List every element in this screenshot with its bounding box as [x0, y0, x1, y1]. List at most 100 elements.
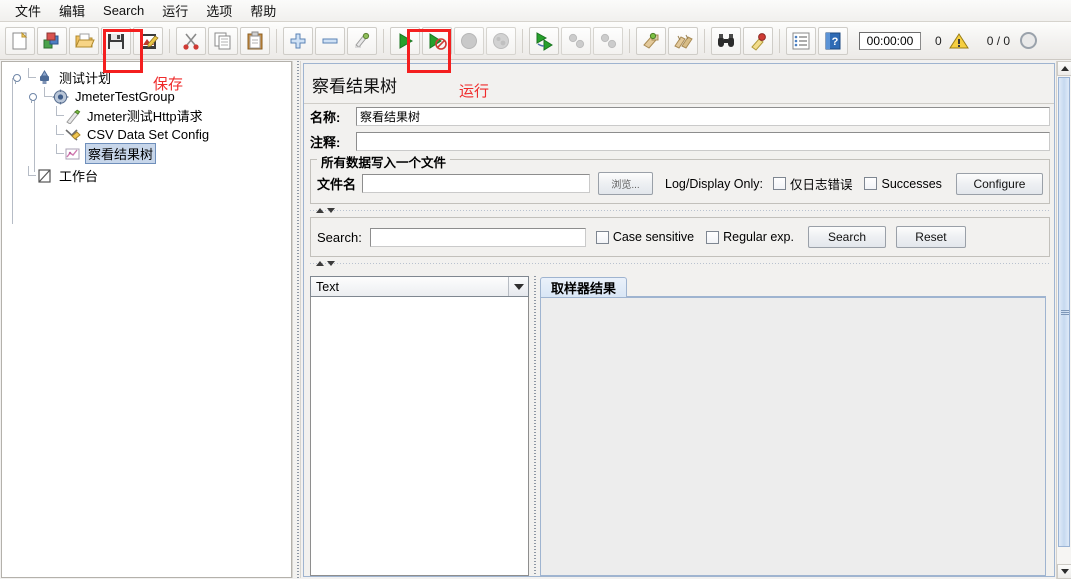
error-count: 0 — [935, 33, 942, 48]
menu-file[interactable]: 文件 — [6, 0, 50, 22]
toolbar-help-button[interactable]: ? — [818, 26, 848, 55]
collapse-up-icon[interactable] — [316, 208, 324, 213]
results-list[interactable] — [310, 297, 529, 576]
filename-input[interactable] — [362, 174, 591, 193]
expand-handle-icon[interactable] — [28, 92, 37, 103]
collapse-up-icon[interactable] — [316, 261, 324, 266]
tree-node-view-results-tree[interactable]: 察看结果树 — [8, 143, 291, 164]
toolbar-separator — [704, 28, 705, 53]
regular-exp-checkbox[interactable] — [706, 230, 720, 244]
renderer-combo[interactable]: Text — [310, 276, 529, 297]
main-splitter[interactable] — [292, 61, 301, 578]
chevron-down-icon[interactable] — [508, 277, 528, 296]
toolbar-start-remote-button[interactable] — [529, 26, 559, 55]
tree-label: 工作台 — [59, 169, 99, 184]
configure-button[interactable]: Configure — [955, 172, 1043, 195]
toolbar-start-button[interactable] — [390, 26, 420, 55]
menu-search[interactable]: Search — [94, 1, 153, 20]
toolbar-expand-button[interactable] — [283, 26, 313, 55]
scrollbar-grip — [1061, 310, 1069, 315]
test-plan-icon — [40, 69, 49, 84]
filename-label: 文件名 — [317, 177, 357, 192]
tree-node-http-request[interactable]: Jmeter测试Http请求 — [8, 106, 291, 125]
toolbar-collapse-button[interactable] — [315, 26, 345, 55]
tree-connector — [22, 68, 36, 87]
view-results-tree-panel: 察看结果树 名称: 察看结果树 注释: 所有数据写入一个文件 文件名 浏览...… — [303, 63, 1055, 577]
shutdown-icon — [493, 32, 509, 49]
name-input[interactable]: 察看结果树 — [356, 107, 1050, 126]
tabstrip-filler — [627, 276, 1046, 297]
tree-node-test-plan[interactable]: 测试计划 — [8, 68, 291, 87]
toolbar-cut-button[interactable] — [176, 26, 206, 55]
test-plan-tree[interactable]: 测试计划 JmeterTestGroup Jmeter测试Http请求 CSV … — [1, 61, 292, 578]
comment-row: 注释: — [304, 129, 1054, 154]
toolbar-search-button[interactable] — [711, 26, 741, 55]
toolbar-shutdown-remote-button[interactable] — [593, 26, 623, 55]
tree-label: 测试计划 — [59, 71, 112, 86]
toolbar-search-reset-button[interactable] — [743, 26, 773, 55]
collapse-strip-search[interactable] — [310, 259, 1050, 268]
scroll-up-icon[interactable] — [1057, 61, 1071, 76]
search-row: Search: Case sensitive Regular exp. Sear… — [317, 226, 1043, 248]
window-vertical-scrollbar[interactable] — [1056, 61, 1071, 579]
tab-sampler-result[interactable]: 取样器结果 — [540, 277, 628, 297]
toolbar-start-no-pauses-button[interactable] — [422, 26, 452, 55]
toolbar-save-button[interactable] — [101, 26, 131, 55]
menu-run[interactable]: 运行 — [153, 0, 197, 22]
menu-help[interactable]: 帮助 — [241, 0, 285, 22]
search-button[interactable]: Search — [807, 226, 886, 248]
tree-label: Jmeter测试Http请求 — [87, 109, 203, 124]
http-request-icon — [66, 109, 81, 124]
toolbar-stop-button[interactable] — [454, 26, 484, 55]
collapse-down-icon[interactable] — [327, 261, 335, 266]
help-icon: ? — [825, 32, 841, 49]
scrollbar-thumb[interactable] — [1058, 77, 1070, 547]
tree-branch-line — [34, 94, 35, 172]
reset-button[interactable]: Reset — [895, 226, 966, 248]
toolbar-save-as-image-button[interactable] — [133, 26, 163, 55]
warning-icon[interactable] — [948, 32, 969, 50]
tree-node-workbench[interactable]: 工作台 — [8, 166, 291, 185]
regular-exp-label: Regular exp. — [723, 230, 794, 244]
toolbar-clear-all-button[interactable] — [668, 26, 698, 55]
search-input[interactable] — [369, 227, 586, 247]
tree-connector — [38, 87, 52, 106]
expand-handle-icon[interactable] — [12, 73, 21, 84]
toolbar-clear-button[interactable] — [636, 26, 666, 55]
clear-all-icon — [674, 34, 693, 49]
tree-trunk-line — [12, 78, 13, 224]
binoculars-icon — [718, 33, 734, 47]
stop-remote-icon — [568, 33, 585, 48]
toolbar: ? 00:00:00 0 0 / 0 — [0, 22, 1071, 60]
collapse-down-icon[interactable] — [327, 208, 335, 213]
errors-only-checkbox[interactable] — [772, 177, 786, 190]
menu-edit[interactable]: 编辑 — [50, 0, 94, 22]
menu-options[interactable]: 选项 — [197, 0, 241, 22]
tree-node-csv-data-set[interactable]: CSV Data Set Config — [8, 125, 291, 144]
toolbar-toggle-button[interactable] — [347, 26, 377, 55]
toolbar-shutdown-button[interactable] — [486, 26, 516, 55]
case-sensitive-checkbox[interactable] — [595, 230, 609, 244]
toolbar-stop-remote-button[interactable] — [561, 26, 591, 55]
toolbar-new-button[interactable] — [5, 26, 35, 55]
comment-input[interactable] — [356, 132, 1050, 151]
toolbar-open-button[interactable] — [69, 26, 99, 55]
toolbar-copy-button[interactable] — [208, 26, 238, 55]
tree-connector — [22, 166, 36, 185]
scroll-down-icon[interactable] — [1057, 564, 1071, 579]
toolbar-paste-button[interactable] — [240, 26, 270, 55]
write-all-data-group: 所有数据写入一个文件 文件名 浏览... Log/Display Only: 仅… — [310, 152, 1050, 204]
collapse-strip-file[interactable] — [310, 206, 1050, 215]
tree-node-thread-group[interactable]: JmeterTestGroup — [8, 87, 291, 106]
successes-checkbox[interactable] — [864, 177, 878, 190]
sampler-result-content[interactable] — [540, 298, 1046, 576]
toolbar-function-helper-button[interactable] — [786, 26, 816, 55]
results-splitter[interactable] — [530, 276, 539, 576]
stop-icon — [461, 32, 477, 49]
toolbar-templates-button[interactable] — [37, 26, 67, 55]
run-timer: 00:00:00 — [859, 31, 921, 50]
errors-only-label: 仅日志错误 — [789, 178, 853, 192]
annotation-label-run: 运行 — [459, 83, 490, 100]
new-icon — [12, 31, 28, 49]
browse-button[interactable]: 浏览... — [598, 172, 653, 195]
